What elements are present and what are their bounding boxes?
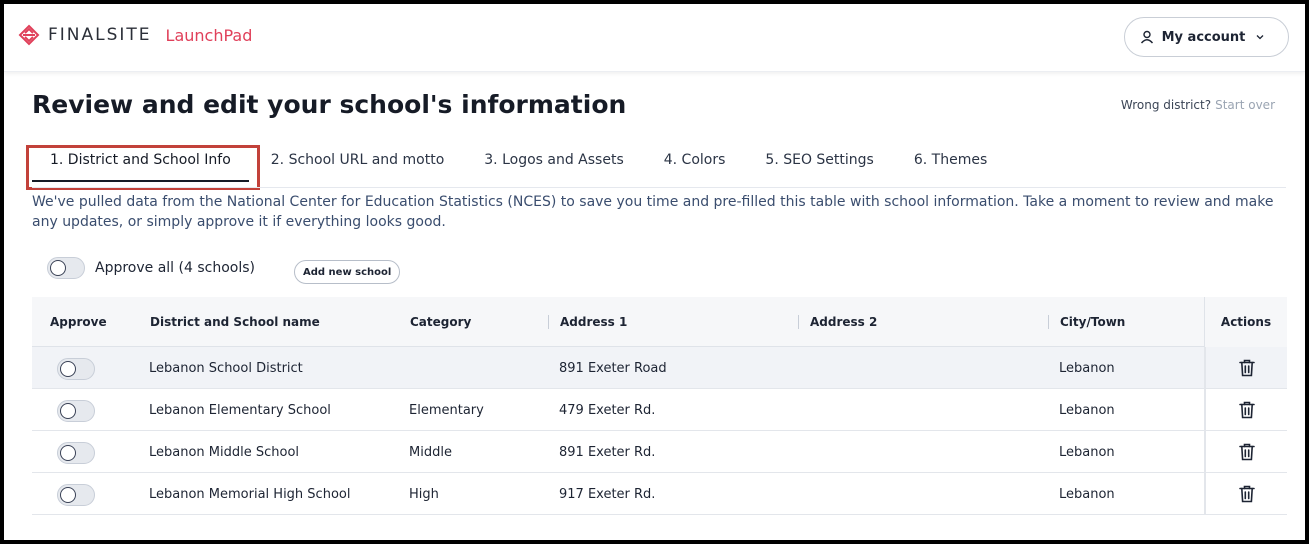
approve-all-label: Approve all (4 schools) (95, 260, 255, 276)
toggle-knob (60, 403, 76, 419)
product-name: LaunchPad (165, 25, 253, 45)
user-icon (1140, 30, 1153, 44)
add-new-school-button[interactable]: Add new school (294, 260, 401, 284)
cell-name[interactable]: Lebanon School District (149, 347, 303, 389)
table-row: Lebanon Middle School Middle 891 Exeter … (32, 431, 1287, 473)
trash-icon[interactable] (1238, 400, 1256, 420)
cell-city[interactable]: Lebanon (1059, 389, 1115, 431)
approve-all-control: Approve all (4 schools) (47, 257, 255, 279)
tabs-divider (32, 187, 1286, 188)
cell-address1[interactable]: 479 Exeter Rd. (559, 389, 655, 431)
toggle-knob (60, 487, 76, 503)
cell-name[interactable]: Lebanon Middle School (149, 431, 299, 473)
header-name: District and School name (150, 297, 320, 347)
tab-school-url-and-motto[interactable]: 2. School URL and motto (271, 146, 445, 182)
approve-toggle[interactable] (57, 400, 95, 422)
approve-toggle[interactable] (57, 442, 95, 464)
cell-category[interactable]: Elementary (409, 389, 484, 431)
approve-all-toggle[interactable] (47, 257, 85, 279)
cell-address1[interactable]: 917 Exeter Rd. (559, 473, 655, 515)
approve-toggle[interactable] (57, 358, 95, 380)
schools-table: Approve District and School name Categor… (32, 297, 1287, 515)
page-title: Review and edit your school's informatio… (32, 90, 627, 119)
table-row: Lebanon Memorial High School High 917 Ex… (32, 473, 1287, 515)
header-address2-label: Address 2 (810, 315, 878, 329)
header-name-label: District and School name (150, 315, 320, 329)
cell-address1[interactable]: 891 Exeter Road (559, 347, 667, 389)
cell-city[interactable]: Lebanon (1059, 473, 1115, 515)
cell-city[interactable]: Lebanon (1059, 347, 1115, 389)
toggle-knob (60, 445, 76, 461)
cell-category[interactable]: High (409, 473, 439, 515)
cell-city[interactable]: Lebanon (1059, 431, 1115, 473)
header-actions: Actions (1204, 297, 1287, 347)
wrong-district-text: Wrong district? (1120, 98, 1212, 112)
header-category-label: Category (410, 315, 472, 329)
trash-icon[interactable] (1238, 358, 1256, 378)
actions-cell (1204, 389, 1287, 431)
brand-name: FINALSITE (48, 25, 152, 45)
header-address1-label: Address 1 (560, 315, 628, 329)
top-bar: FINALSITE LaunchPad My account (4, 4, 1305, 72)
header-category: Category (410, 297, 471, 347)
tab-logos-and-assets[interactable]: 3. Logos and Assets (484, 146, 623, 182)
toggle-knob (50, 260, 66, 276)
header-city-label: City/Town (1060, 315, 1126, 329)
header-address2: Address 2 (798, 297, 878, 347)
table-row: Lebanon Elementary School Elementary 479… (32, 389, 1287, 431)
trash-icon[interactable] (1238, 442, 1256, 462)
header-approve: Approve (50, 315, 107, 329)
actions-cell (1204, 431, 1287, 473)
my-account-label: My account (1161, 29, 1246, 45)
my-account-button[interactable]: My account (1124, 17, 1289, 57)
column-separator (548, 315, 549, 329)
toggle-knob (60, 361, 76, 377)
actions-cell (1204, 347, 1287, 389)
logo[interactable]: FINALSITE LaunchPad (18, 24, 252, 46)
active-tab-highlight-box (26, 145, 260, 190)
chevron-down-icon (1256, 35, 1264, 40)
intro-text: We've pulled data from the National Cent… (32, 194, 1274, 230)
trash-icon[interactable] (1238, 484, 1256, 504)
actions-cell (1204, 473, 1287, 515)
finalsite-logo-icon (18, 24, 40, 46)
table-header: Approve District and School name Categor… (32, 297, 1287, 347)
cell-name[interactable]: Lebanon Elementary School (149, 389, 331, 431)
table-row: Lebanon School District 891 Exeter Road … (32, 347, 1287, 389)
wrong-district-prompt: Wrong district? Start over (1121, 98, 1275, 112)
tab-seo-settings[interactable]: 5. SEO Settings (765, 146, 873, 182)
column-separator (798, 315, 799, 329)
tab-colors[interactable]: 4. Colors (664, 146, 726, 182)
approve-toggle[interactable] (57, 484, 95, 506)
header-city: City/Town (1048, 297, 1126, 347)
cell-category[interactable]: Middle (409, 431, 452, 473)
header-address1: Address 1 (548, 297, 628, 347)
start-over-link[interactable]: Start over (1215, 98, 1275, 112)
tab-themes[interactable]: 6. Themes (914, 146, 987, 182)
cell-name[interactable]: Lebanon Memorial High School (149, 473, 350, 515)
cell-address1[interactable]: 891 Exeter Rd. (559, 431, 655, 473)
column-separator (1048, 315, 1049, 329)
